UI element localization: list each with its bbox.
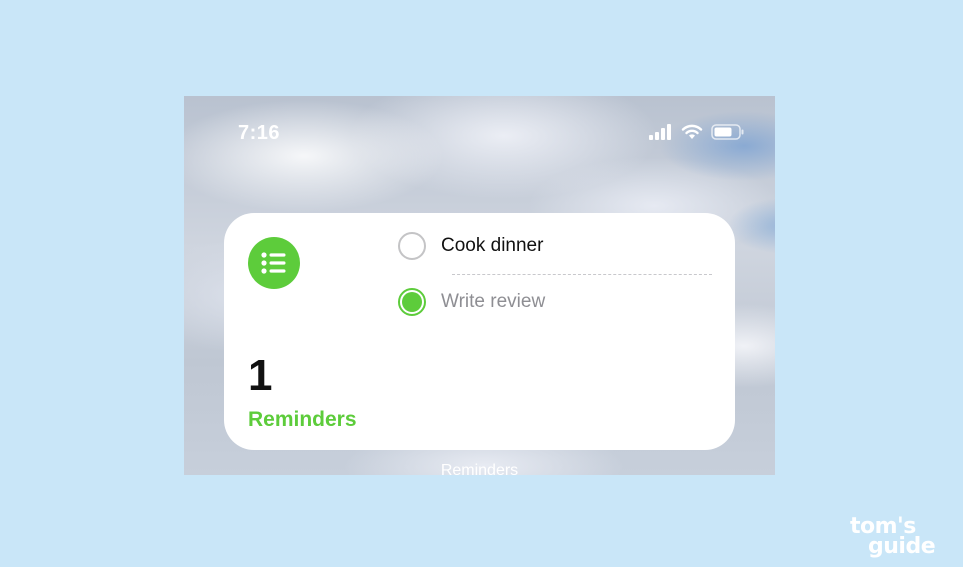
- reminder-item-label: Cook dinner: [441, 235, 544, 256]
- reminder-item-cook-dinner[interactable]: Cook dinner: [398, 232, 543, 260]
- toms-guide-logo: tom's guide: [850, 516, 936, 559]
- reminder-checkbox[interactable]: [398, 232, 426, 260]
- reminders-widget[interactable]: Cook dinner Write review 1 Reminders: [224, 213, 735, 450]
- signal-icon: [649, 124, 671, 140]
- list-name: Reminders: [248, 408, 357, 431]
- battery-icon: [711, 124, 744, 140]
- logo-line-2: guide: [868, 534, 936, 559]
- reminder-item-write-review[interactable]: Write review: [398, 288, 545, 316]
- widget-label: Reminders: [440, 462, 519, 475]
- status-icons: [649, 124, 745, 140]
- phone-screen: 7:16 Cook dinner Write review 1 Reminder…: [184, 96, 775, 475]
- list-bullet-icon: [248, 237, 300, 289]
- reminder-item-label: Write review: [441, 291, 546, 312]
- wifi-icon: [681, 124, 703, 139]
- reminder-checkbox-completed[interactable]: [398, 288, 426, 316]
- status-time: 7:16: [238, 122, 281, 144]
- reminder-count: 1: [248, 351, 273, 400]
- item-divider: [452, 274, 712, 275]
